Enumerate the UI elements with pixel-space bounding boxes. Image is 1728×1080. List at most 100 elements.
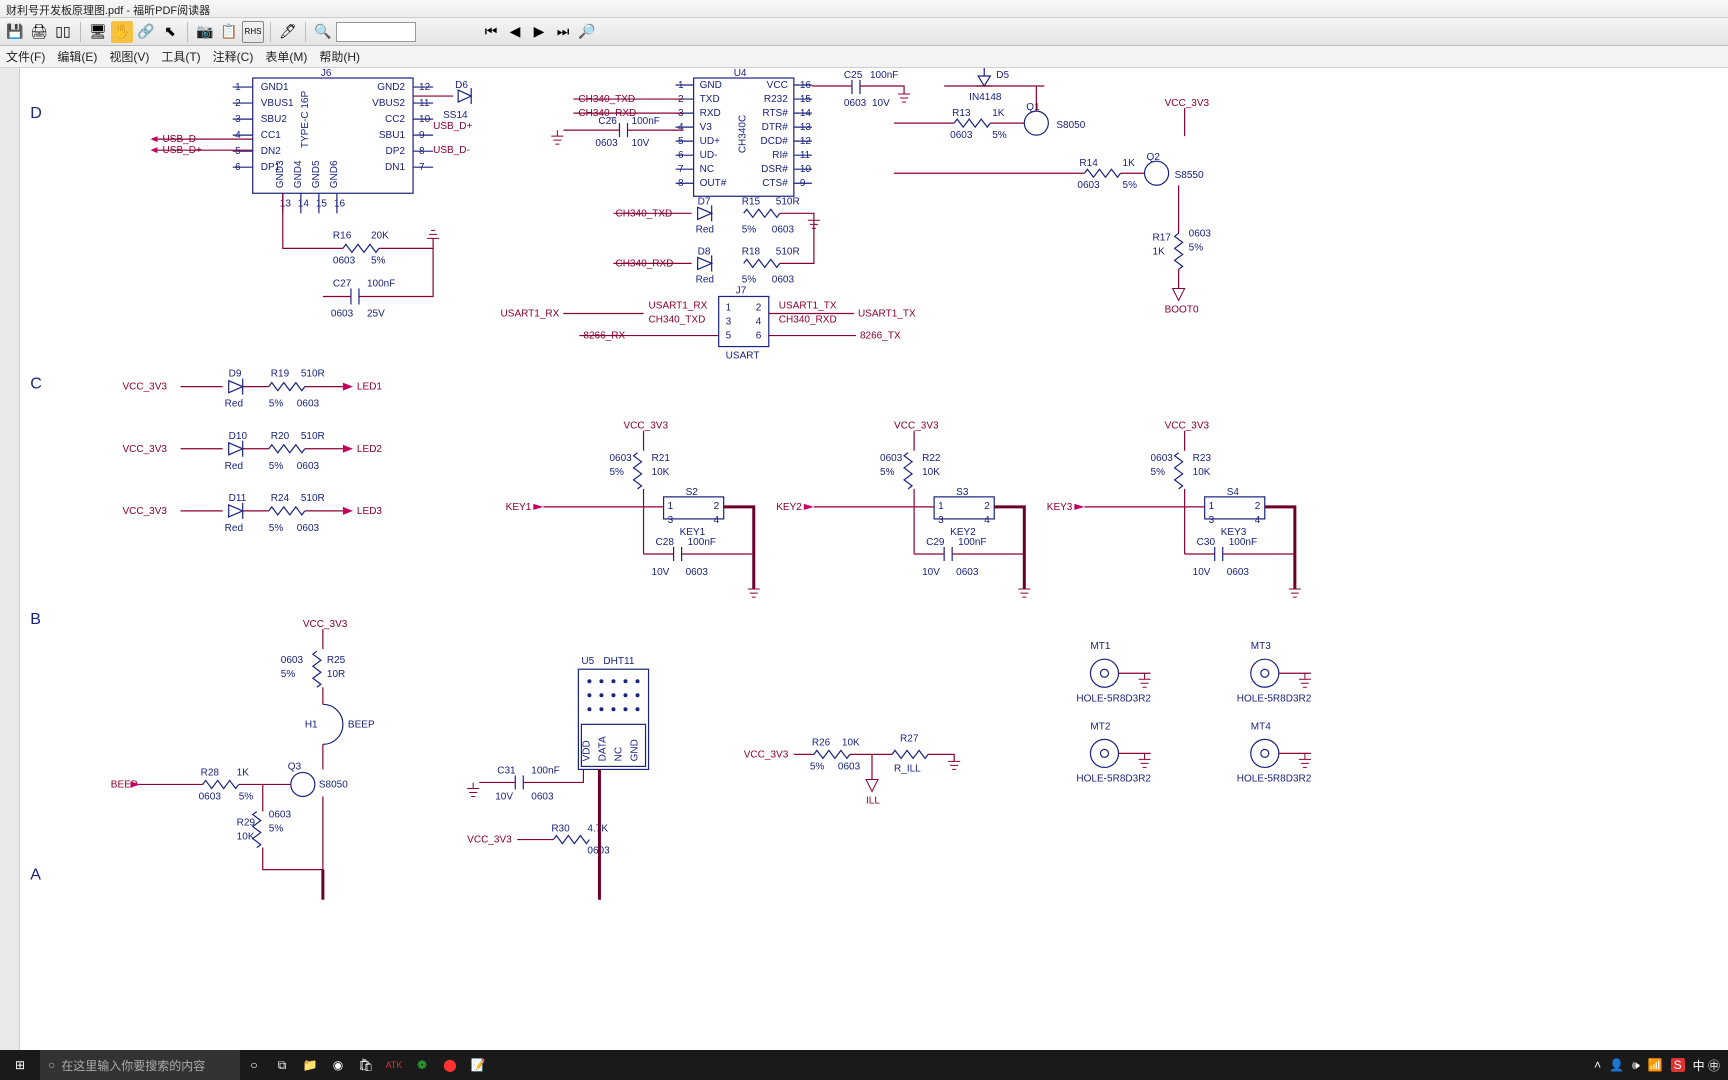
svg-text:4.7K: 4.7K [587, 824, 608, 835]
pdf-canvas[interactable]: D C B A J6 TYPE-C 16P GND11VBUS12SBU23CC… [20, 68, 1728, 1050]
editor-icon[interactable]: 📝 [464, 1050, 492, 1080]
svg-text:0603: 0603 [531, 791, 554, 802]
svg-text:HOLE-5R8D3R2: HOLE-5R8D3R2 [1237, 773, 1312, 784]
menu-view[interactable]: 视图(V) [109, 48, 149, 65]
svg-text:5%: 5% [269, 399, 284, 410]
start-button[interactable]: ⊞ [0, 1050, 40, 1080]
link-icon[interactable]: 🔗 [135, 21, 157, 43]
svg-text:C27: C27 [333, 278, 352, 289]
svg-text:KEY3: KEY3 [1047, 502, 1073, 513]
nav-first-icon[interactable]: ⏮ [480, 21, 502, 43]
svg-text:1: 1 [668, 501, 674, 512]
ime-indicator[interactable]: S [1671, 1058, 1685, 1072]
menu-comment[interactable]: 注释(C) [213, 48, 254, 65]
svg-text:BOOT0: BOOT0 [1165, 304, 1199, 315]
svg-text:VCC_3V3: VCC_3V3 [623, 421, 668, 432]
svg-text:R15: R15 [742, 196, 761, 207]
menu-file[interactable]: 文件(F) [6, 48, 45, 65]
svg-text:R23: R23 [1193, 453, 1212, 464]
svg-text:R29: R29 [237, 818, 256, 829]
svg-text:VCC_3V3: VCC_3V3 [1165, 421, 1210, 432]
svg-text:NC: NC [700, 164, 714, 175]
tray-wifi-icon[interactable]: 📶 [1648, 1058, 1663, 1072]
svg-text:5%: 5% [371, 255, 386, 266]
svg-text:TYPE-C 16P: TYPE-C 16P [300, 91, 311, 149]
nav-next-icon[interactable]: ▶ [528, 21, 550, 43]
hand-icon[interactable]: ✋ [111, 21, 133, 43]
svg-text:1: 1 [938, 501, 944, 512]
find-icon[interactable]: 🔍 [312, 21, 334, 43]
r17-boot0: R17 0603 1K 5% BOOT0 [1153, 185, 1212, 315]
svg-text:5%: 5% [269, 461, 284, 472]
annotate-icon[interactable]: 🖊 [277, 21, 299, 43]
j6-connector: J6 TYPE-C 16P GND11VBUS12SBU23CC14DN25DP… [233, 68, 433, 213]
svg-text:VCC: VCC [767, 80, 788, 91]
svg-text:SS14: SS14 [443, 110, 468, 121]
svg-text:UD-: UD- [700, 150, 718, 161]
svg-text:0603: 0603 [838, 761, 861, 772]
svg-text:CTS#: CTS# [762, 178, 788, 189]
svg-text:CH340_RXD: CH340_RXD [779, 315, 837, 326]
svg-text:R22: R22 [922, 453, 941, 464]
clipboard-icon[interactable]: 📋 [218, 21, 240, 43]
zoom-find-icon[interactable]: 🔎 [576, 21, 598, 43]
menu-edit[interactable]: 编辑(E) [57, 48, 97, 65]
snapshot-icon[interactable]: 📷 [194, 21, 216, 43]
svg-text:IN4148: IN4148 [969, 92, 1002, 103]
svg-text:5%: 5% [269, 824, 284, 835]
menu-tools[interactable]: 工具(T) [161, 48, 200, 65]
tray-up-icon[interactable]: ˄ [1594, 1058, 1601, 1072]
svg-text:D6: D6 [455, 80, 468, 91]
menu-help[interactable]: 帮助(H) [319, 48, 360, 65]
monitor-icon[interactable]: 🖥 [87, 21, 109, 43]
search-input[interactable] [336, 22, 416, 42]
svg-text:C25: C25 [844, 70, 863, 81]
svg-text:10V: 10V [652, 567, 670, 578]
tray-net-icon[interactable]: 🕪 [1632, 1058, 1640, 1073]
svg-text:10K: 10K [1193, 467, 1211, 478]
select-icon[interactable]: ⬉ [159, 21, 181, 43]
svg-text:5%: 5% [742, 274, 757, 285]
atk-icon[interactable]: ATK [380, 1050, 408, 1080]
chrome-icon[interactable]: ◉ [324, 1050, 352, 1080]
taskbar-search[interactable]: ○ 在这里输入你要搜索的内容 [40, 1050, 240, 1080]
svg-text:R25: R25 [327, 655, 346, 666]
nav-prev-icon[interactable]: ◀ [504, 21, 526, 43]
svg-text:0603: 0603 [331, 309, 354, 320]
store-icon[interactable]: 🛍 [352, 1050, 380, 1080]
record-icon[interactable]: ⬤ [436, 1050, 464, 1080]
svg-text:4: 4 [1255, 515, 1261, 526]
menu-form[interactable]: 表单(M) [265, 48, 307, 65]
save-icon[interactable]: 💾 [4, 21, 26, 43]
svg-text:15: 15 [316, 198, 328, 209]
svg-text:R17: R17 [1153, 232, 1172, 243]
svg-text:VCC_3V3: VCC_3V3 [122, 444, 167, 455]
svg-text:U4: U4 [734, 68, 747, 79]
explorer-icon[interactable]: 📁 [296, 1050, 324, 1080]
taskview-icon[interactable]: ⧉ [268, 1050, 296, 1080]
dual-page-icon[interactable]: ▯▯ [52, 21, 74, 43]
svg-text:Red: Red [696, 224, 714, 235]
system-tray[interactable]: ˄ 👤 🕪 📶 S 中 ㊥ [1586, 1057, 1728, 1074]
svg-text:3: 3 [726, 317, 732, 328]
svg-text:UD+: UD+ [700, 136, 720, 147]
tray-user-icon[interactable]: 👤 [1609, 1058, 1624, 1072]
svg-text:510R: 510R [301, 369, 325, 380]
row-c-label: C [30, 375, 42, 393]
svg-text:OUT#: OUT# [700, 178, 727, 189]
svg-text:SBU1: SBU1 [379, 130, 406, 141]
ime-text[interactable]: 中 ㊥ [1693, 1057, 1720, 1074]
svg-text:10V: 10V [632, 138, 650, 149]
c25: C25 100nF 0603 10V [812, 70, 910, 109]
svg-text:VCC_3V3: VCC_3V3 [122, 506, 167, 517]
svg-text:1K: 1K [1153, 246, 1166, 257]
row-d-label: D [30, 104, 42, 122]
rhs-icon[interactable]: RHS [242, 21, 264, 43]
svg-text:0603: 0603 [1189, 228, 1212, 239]
print-icon[interactable]: 🖨 [28, 21, 50, 43]
svg-text:VDD: VDD [581, 740, 592, 761]
nav-last-icon[interactable]: ⏭ [552, 21, 574, 43]
svg-text:5%: 5% [281, 669, 296, 680]
wechat-icon[interactable]: ❁ [408, 1050, 436, 1080]
cortana-icon[interactable]: ○ [240, 1050, 268, 1080]
